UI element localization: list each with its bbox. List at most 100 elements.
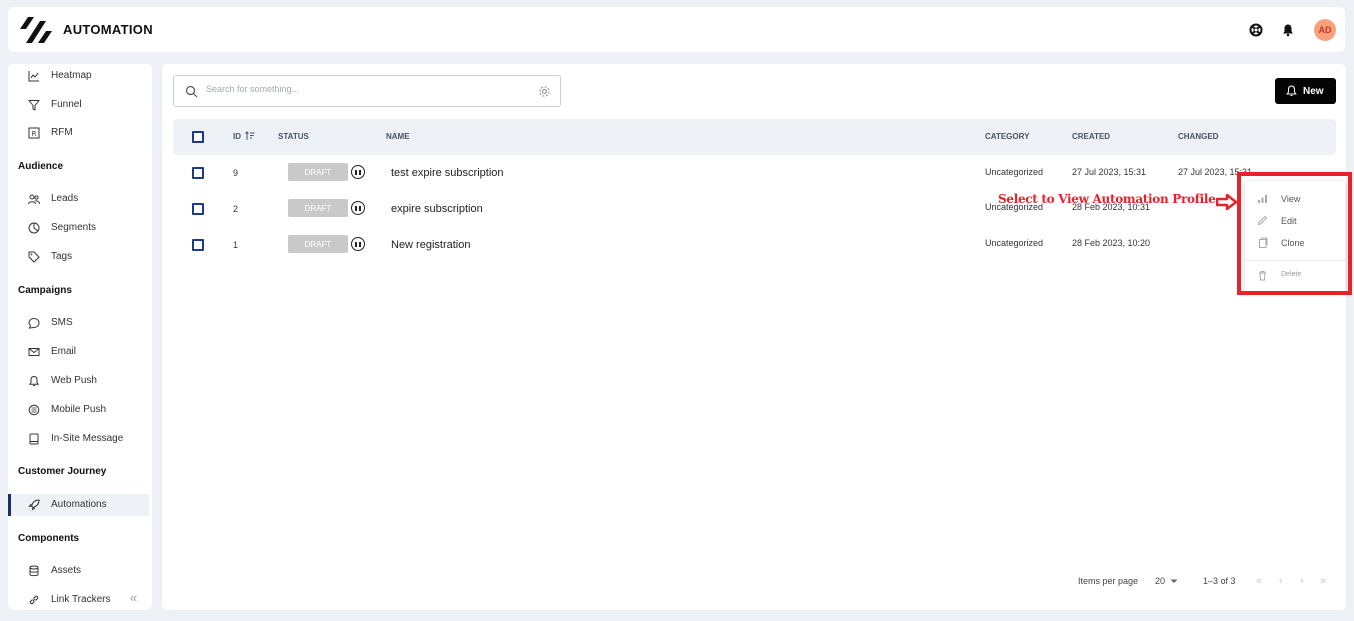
help-lifebuoy-icon[interactable] (1249, 23, 1263, 37)
sidebar-section-components: Components (18, 533, 80, 544)
sidebar-section-customer-journey: Customer Journey (18, 466, 107, 477)
user-avatar[interactable]: AD (1314, 19, 1336, 41)
sidebar-item-mobile-push[interactable]: Mobile Push (8, 399, 149, 421)
search-input[interactable] (206, 84, 526, 94)
column-header-name[interactable]: NAME (386, 132, 410, 141)
table-row[interactable]: 1 DRAFT New registration Uncategorized 2… (173, 227, 1336, 263)
search-icon (185, 85, 198, 98)
database-icon (29, 565, 39, 577)
notifications-bell-icon[interactable] (1281, 23, 1295, 37)
column-header-category[interactable]: CATEGORY (985, 132, 1029, 141)
annotation-highlight-box (1237, 172, 1352, 295)
row-checkbox[interactable] (192, 239, 204, 251)
sidebar-item-label: Tags (51, 251, 73, 262)
top-header: AUTOMATION AD (8, 7, 1345, 52)
row-checkbox[interactable] (192, 203, 204, 215)
sidebar-item-leads[interactable]: Leads (8, 188, 149, 210)
row-id: 9 (233, 168, 239, 178)
sidebar-item-automations[interactable]: Automations (8, 494, 149, 516)
sidebar-item-web-push[interactable]: Web Push (8, 370, 149, 392)
sidebar-item-email[interactable]: Email (8, 341, 149, 363)
status-badge: DRAFT (288, 163, 348, 181)
sidebar-item-funnel[interactable]: Funnel (8, 94, 149, 116)
column-header-changed[interactable]: CHANGED (1178, 132, 1218, 141)
bell-icon (28, 375, 40, 386)
table-header: ID STATUS NAME CATEGORY CREATED CHANGED (173, 119, 1336, 155)
select-all-checkbox[interactable] (192, 131, 204, 143)
new-button-label: New (1303, 85, 1324, 97)
prev-page-icon[interactable]: ‹ (1279, 575, 1283, 587)
chart-icon (28, 71, 39, 82)
mail-icon (28, 348, 40, 356)
sidebar-item-sms[interactable]: SMS (8, 312, 149, 334)
sidebar-item-label: Segments (51, 222, 97, 233)
sidebar-item-label: Email (51, 346, 77, 357)
row-created: 27 Jul 2023, 15:31 (1072, 167, 1147, 177)
pause-icon[interactable] (351, 237, 365, 251)
sidebar-item-label: Funnel (51, 99, 82, 110)
last-page-icon[interactable]: » (1320, 575, 1326, 587)
pause-icon[interactable] (351, 165, 365, 179)
table-row[interactable]: 9 DRAFT test expire subscription Uncateg… (173, 155, 1336, 191)
sidebar-item-label: Assets (51, 565, 82, 576)
row-checkbox[interactable] (192, 167, 204, 179)
sidebar-item-heatmap[interactable]: Heatmap (8, 65, 149, 87)
chat-icon (28, 317, 40, 329)
first-page-icon[interactable]: « (1256, 575, 1262, 587)
column-header-status: STATUS (278, 132, 309, 141)
sidebar-item-label: RFM (51, 127, 73, 138)
chevron-down-icon[interactable] (1170, 579, 1178, 584)
tag-icon (28, 251, 40, 263)
sidebar-item-segments[interactable]: Segments (8, 217, 149, 239)
sidebar-item-label: Leads (51, 193, 79, 204)
next-page-icon[interactable]: › (1300, 575, 1304, 587)
pause-icon[interactable] (351, 201, 365, 215)
settings-gear-icon[interactable] (538, 85, 551, 98)
sidebar: Heatmap Funnel R RFM Audience Leads Segm… (8, 64, 152, 610)
sidebar-item-label: Web Push (51, 375, 97, 386)
row-category: Uncategorized (985, 238, 1044, 248)
search-box (173, 75, 561, 107)
main-panel: New ID STATUS NAME CATEGORY CREATED CHAN… (162, 64, 1346, 610)
new-automation-button[interactable]: New (1275, 78, 1336, 104)
sidebar-item-in-site-message[interactable]: In-Site Message (8, 428, 149, 450)
pagination-range: 1–3 of 3 (1203, 576, 1236, 586)
row-name-link[interactable]: test expire subscription (391, 167, 504, 179)
row-id: 2 (233, 204, 239, 214)
sidebar-item-link-trackers[interactable]: Link Trackers (8, 589, 149, 610)
sidebar-item-label: Mobile Push (51, 404, 107, 415)
sort-icon[interactable] (245, 131, 255, 141)
row-category: Uncategorized (985, 167, 1044, 177)
status-badge: DRAFT (288, 235, 348, 253)
collapse-sidebar-icon[interactable]: « (130, 590, 137, 605)
annotation-callout: Select to View Automation Profile (998, 192, 1216, 206)
mobile-icon (28, 404, 40, 416)
sidebar-item-label: Link Trackers (51, 594, 111, 605)
sidebar-item-assets[interactable]: Assets (8, 560, 149, 582)
column-header-created[interactable]: CREATED (1072, 132, 1110, 141)
sidebar-item-label: Automations (51, 499, 107, 510)
arrow-right-icon (1216, 194, 1238, 210)
users-icon (28, 194, 40, 205)
svg-text:R: R (32, 130, 37, 138)
bell-icon (1286, 85, 1297, 96)
column-header-id[interactable]: ID (233, 132, 241, 141)
sidebar-item-label: Heatmap (51, 70, 92, 81)
row-name-link[interactable]: expire subscription (391, 203, 483, 215)
status-badge: DRAFT (288, 199, 348, 217)
sidebar-section-campaigns: Campaigns (18, 285, 72, 296)
sidebar-item-tags[interactable]: Tags (8, 246, 149, 268)
items-per-page-select[interactable]: 20 (1155, 576, 1165, 586)
sidebar-item-label: SMS (51, 317, 73, 328)
rocket-icon (28, 499, 40, 511)
logo-icon[interactable] (18, 15, 52, 45)
sidebar-item-rfm[interactable]: R RFM (8, 122, 149, 144)
app-title: AUTOMATION (63, 22, 153, 37)
funnel-icon (28, 100, 40, 111)
row-id: 1 (233, 240, 239, 250)
sidebar-section-audience: Audience (18, 161, 64, 172)
sidebar-item-label: In-Site Message (51, 433, 124, 444)
rfm-icon: R (28, 127, 40, 139)
items-per-page-label: Items per page (1078, 576, 1139, 586)
row-name-link[interactable]: New registration (391, 239, 470, 251)
